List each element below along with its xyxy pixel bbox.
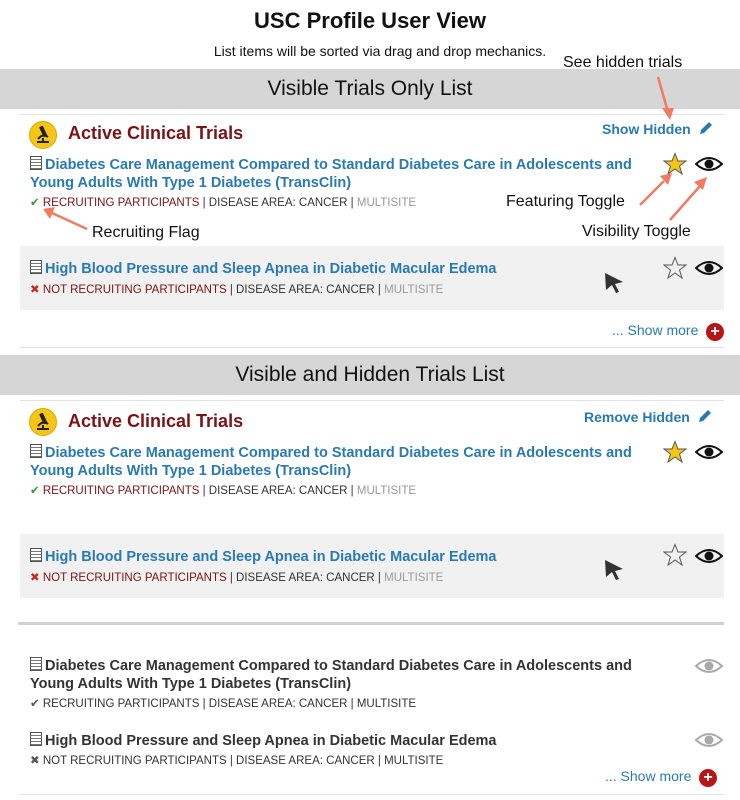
trial-meta: ✖ NOT RECRUITING PARTICIPANTS | DISEASE … — [30, 755, 444, 767]
eye-icon[interactable] — [695, 730, 723, 750]
trial-meta: ✔ RECRUITING PARTICIPANTS | DISEASE AREA… — [30, 698, 417, 710]
eye-icon[interactable] — [695, 258, 723, 278]
star-icon[interactable] — [663, 440, 687, 464]
plus-icon[interactable]: + — [706, 323, 724, 341]
remove-hidden-label[interactable]: Remove Hidden — [584, 409, 690, 425]
eye-icon[interactable] — [695, 656, 723, 676]
star-icon[interactable] — [663, 543, 687, 567]
eye-icon[interactable] — [695, 546, 723, 566]
trial-meta: ✖ NOT RECRUITING PARTICIPANTS | DISEASE … — [30, 284, 444, 296]
microscope-icon — [29, 408, 57, 436]
x-icon: ✖ — [30, 755, 40, 767]
trial-title-link[interactable]: High Blood Pressure and Sleep Apnea in D… — [30, 732, 670, 750]
trial-title-link[interactable]: High Blood Pressure and Sleep Apnea in D… — [30, 548, 497, 566]
site-type: MULTISITE — [356, 485, 417, 497]
divider — [20, 400, 724, 401]
eye-icon[interactable] — [695, 442, 723, 462]
list-item[interactable]: Diabetes Care Management Compared to Sta… — [30, 444, 660, 497]
check-icon: ✔ — [30, 698, 40, 710]
trial-meta: ✖ NOT RECRUITING PARTICIPANTS | DISEASE … — [30, 572, 444, 584]
annotation-arrows — [43, 173, 707, 231]
star-icon[interactable] — [663, 256, 687, 280]
recruiting-status: NOT RECRUITING PARTICIPANTS — [42, 572, 227, 584]
document-icon — [30, 548, 42, 562]
disease-area: DISEASE AREA: CANCER — [236, 572, 375, 584]
site-type: MULTISITE — [384, 572, 444, 584]
cursor-icon — [605, 560, 623, 580]
document-icon — [30, 732, 42, 746]
disease-area: DISEASE AREA: CANCER — [208, 485, 348, 497]
trial-meta: ✔ RECRUITING PARTICIPANTS | DISEASE AREA… — [30, 485, 417, 497]
recruiting-status: NOT RECRUITING PARTICIPANTS — [42, 284, 227, 296]
divider — [20, 347, 724, 348]
x-icon: ✖ — [30, 284, 40, 296]
section-heading: Active Clinical Trials — [68, 411, 244, 431]
divider — [20, 794, 724, 795]
trial-title-link[interactable]: Diabetes Care Management Compared to Sta… — [30, 657, 670, 693]
show-more-link[interactable]: ... Show more — [605, 768, 691, 786]
trial-title-link[interactable]: High Blood Pressure and Sleep Apnea in D… — [30, 260, 497, 278]
hidden-list-item[interactable]: Diabetes Care Management Compared to Sta… — [30, 657, 670, 710]
show-more-link[interactable]: ... Show more — [612, 322, 698, 340]
hidden-list-item[interactable]: High Blood Pressure and Sleep Apnea in D… — [30, 732, 670, 767]
remove-hidden-link[interactable]: Remove Hidden — [584, 408, 713, 425]
section-band-visible-hidden: Visible and Hidden Trials List — [0, 355, 740, 395]
hidden-divider — [18, 622, 724, 625]
recruiting-status: RECRUITING PARTICIPANTS — [42, 485, 200, 497]
pencil-icon[interactable] — [697, 408, 713, 424]
x-icon: ✖ — [30, 572, 40, 584]
cursor-icon — [605, 273, 623, 293]
document-icon — [30, 444, 42, 458]
disease-area: DISEASE AREA: CANCER — [236, 284, 375, 296]
trial-title-link[interactable]: Diabetes Care Management Compared to Sta… — [30, 444, 660, 480]
document-icon — [30, 260, 42, 274]
plus-icon[interactable]: + — [699, 769, 717, 787]
check-icon: ✔ — [30, 485, 40, 497]
document-icon — [30, 657, 42, 671]
site-type: MULTISITE — [384, 284, 444, 296]
